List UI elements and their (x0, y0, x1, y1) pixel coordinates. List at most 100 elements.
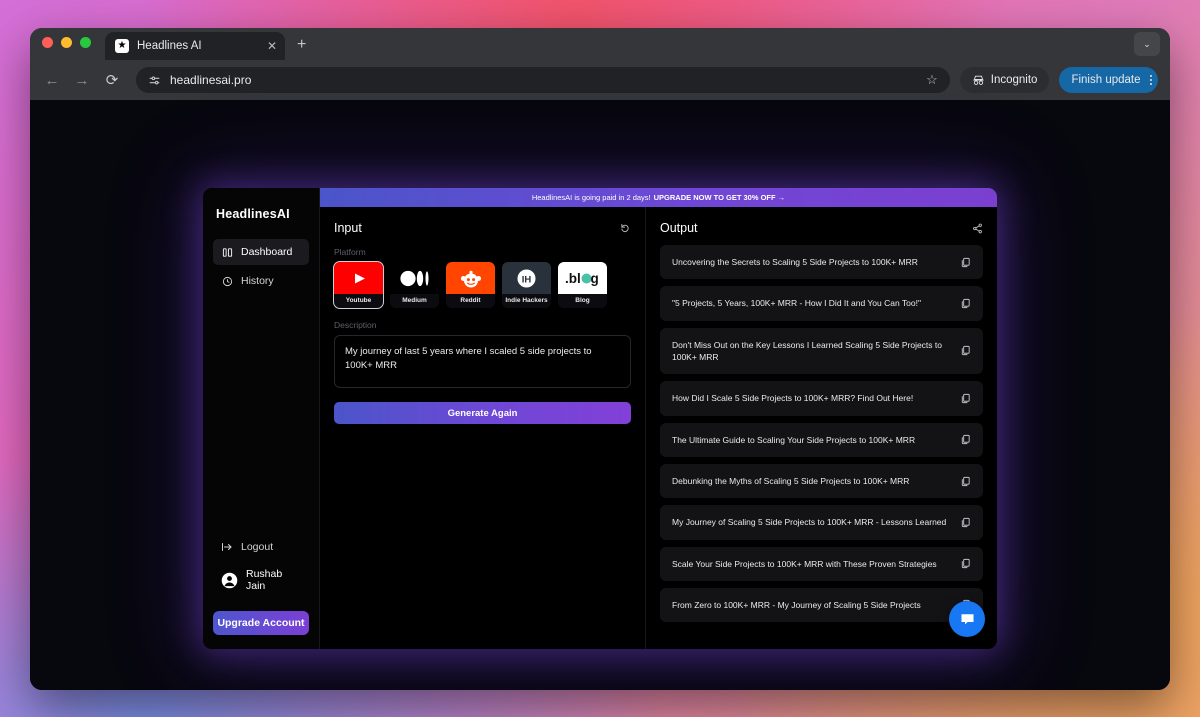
maximize-window-button[interactable] (80, 36, 91, 48)
output-item-text: Don't Miss Out on the Key Lessons I Lear… (672, 339, 942, 362)
platform-option-reddit[interactable]: Reddit (446, 262, 495, 308)
forward-button[interactable]: → (72, 72, 92, 89)
platform-label: Blog (558, 294, 607, 308)
platform-option-youtube[interactable]: Youtube (333, 261, 384, 309)
copy-icon[interactable] (960, 434, 971, 445)
user-profile[interactable]: Rushab Jain (213, 561, 309, 599)
platform-label: Indie Hackers (502, 294, 551, 308)
output-item-text: Debunking the Myths of Scaling 5 Side Pr… (672, 475, 910, 486)
avatar (221, 572, 238, 589)
copy-icon[interactable] (960, 298, 971, 309)
sidebar-item-dashboard[interactable]: Dashboard (213, 239, 309, 265)
platform-label: Youtube (334, 294, 383, 308)
platform-selector: Youtube Medium Reddit IH Indie Hackers .… (333, 261, 631, 309)
output-item[interactable]: Scale Your Side Projects to 100K+ MRR wi… (660, 546, 983, 581)
svg-text:IH: IH (522, 274, 532, 285)
output-item[interactable]: The Ultimate Guide to Scaling Your Side … (660, 422, 983, 457)
promo-banner-text: HeadlinesAI is going paid in 2 days! (531, 193, 651, 202)
output-item-text: From Zero to 100K+ MRR - My Journey of S… (672, 599, 921, 610)
copy-icon[interactable] (960, 257, 971, 268)
address-bar[interactable]: headlinesai.pro ☆ (136, 67, 950, 93)
site-settings-tune-icon[interactable] (148, 74, 161, 87)
browser-tabstrip: ★ Headlines AI ✕ + ⌄ (30, 28, 1170, 60)
output-pane-header: Output (660, 221, 983, 235)
tab-title: Headlines AI (137, 40, 202, 52)
sidebar-nav: Dashboard History (213, 239, 309, 294)
output-item[interactable]: How Did I Scale 5 Side Projects to 100K+… (660, 381, 983, 416)
tab-search-chevron-down-icon[interactable]: ⌄ (1134, 32, 1160, 56)
panes: Input Platform Youtube Medium Reddit IH … (320, 207, 997, 649)
tab-favicon-icon: ★ (115, 39, 129, 53)
copy-icon[interactable] (960, 517, 971, 528)
platform-label: Medium (390, 294, 439, 308)
svg-text:.bl: .bl (565, 271, 581, 286)
promo-banner[interactable]: HeadlinesAI is going paid in 2 days! UPG… (320, 188, 997, 207)
indie-hackers-icon: IH (502, 262, 551, 294)
back-button[interactable]: ← (42, 72, 62, 89)
page-viewport: HeadlinesAI Dashboard History Logout Rus… (30, 100, 1170, 690)
incognito-label: Incognito (990, 74, 1038, 86)
blog-icon: .bl g (558, 262, 607, 294)
output-item[interactable]: Debunking the Myths of Scaling 5 Side Pr… (660, 463, 983, 499)
window-controls (42, 28, 91, 60)
new-tab-button[interactable]: + (297, 36, 306, 54)
platform-option-indie-hackers[interactable]: IH Indie Hackers (502, 262, 551, 308)
platform-label: Reddit (446, 294, 495, 308)
input-title: Input (334, 221, 362, 235)
output-item-text: The Ultimate Guide to Scaling Your Side … (672, 434, 916, 445)
copy-icon[interactable] (960, 558, 971, 569)
promo-banner-cta[interactable]: UPGRADE NOW TO GET 30% OFF → (654, 193, 786, 202)
output-item-text: My Journey of Scaling 5 Side Projects to… (672, 517, 947, 528)
app-sidebar: HeadlinesAI Dashboard History Logout Rus… (203, 188, 320, 649)
bookmark-star-icon[interactable]: ☆ (926, 72, 938, 88)
copy-icon[interactable] (960, 393, 971, 404)
minimize-window-button[interactable] (61, 36, 72, 48)
upgrade-account-button[interactable]: Upgrade Account (213, 611, 309, 635)
description-input[interactable]: My journey of last 5 years where I scale… (334, 335, 631, 388)
description-label: Description (334, 320, 377, 330)
output-list: Uncovering the Secrets to Scaling 5 Side… (660, 245, 983, 623)
finish-update-button[interactable]: Finish update (1059, 67, 1158, 93)
output-item[interactable]: From Zero to 100K+ MRR - My Journey of S… (660, 587, 983, 623)
output-item-text: How Did I Scale 5 Side Projects to 100K+… (672, 393, 914, 404)
incognito-icon (973, 75, 984, 85)
user-name: Rushab Jain (246, 568, 283, 592)
output-item-text: "5 Projects, 5 Years, 100K+ MRR - How I … (672, 298, 921, 309)
generate-again-button[interactable]: Generate Again (334, 402, 631, 424)
chat-widget-button[interactable] (949, 601, 985, 637)
browser-toolbar: ← → ⟳ headlinesai.pro ☆ Incognito Finish… (30, 60, 1170, 100)
sidebar-item-label: History (241, 275, 274, 287)
close-window-button[interactable] (42, 36, 53, 48)
output-item[interactable]: Uncovering the Secrets to Scaling 5 Side… (660, 245, 983, 280)
brand-logo: HeadlinesAI (216, 207, 290, 221)
input-pane: Input Platform Youtube Medium Reddit IH … (320, 207, 646, 649)
close-tab-icon[interactable]: ✕ (267, 39, 277, 53)
platform-option-blog[interactable]: .bl g Blog (558, 262, 607, 308)
youtube-icon (334, 262, 383, 294)
browser-tab[interactable]: ★ Headlines AI ✕ (105, 32, 285, 60)
output-item[interactable]: My Journey of Scaling 5 Side Projects to… (660, 505, 983, 540)
output-item[interactable]: "5 Projects, 5 Years, 100K+ MRR - How I … (660, 286, 983, 321)
app-content: HeadlinesAI is going paid in 2 days! UPG… (320, 188, 997, 649)
incognito-indicator[interactable]: Incognito (959, 67, 1050, 93)
reload-button[interactable]: ⟳ (102, 71, 122, 89)
copy-icon[interactable] (960, 345, 971, 356)
copy-icon[interactable] (960, 476, 971, 487)
undo-icon[interactable] (620, 223, 631, 234)
share-icon[interactable] (972, 223, 983, 234)
medium-icon (390, 262, 439, 294)
output-item-text: Scale Your Side Projects to 100K+ MRR wi… (672, 558, 937, 569)
reddit-icon (446, 262, 495, 294)
platform-label: Platform (334, 247, 366, 257)
output-item[interactable]: Don't Miss Out on the Key Lessons I Lear… (660, 327, 983, 375)
logout-label: Logout (241, 541, 274, 553)
clock-icon (221, 275, 233, 287)
logout-button[interactable]: Logout (213, 535, 309, 559)
browser-menu-icon[interactable] (1149, 74, 1152, 86)
svg-text:g: g (590, 271, 598, 286)
platform-option-medium[interactable]: Medium (390, 262, 439, 308)
output-title: Output (660, 221, 698, 235)
sidebar-item-history[interactable]: History (213, 268, 309, 294)
browser-window: ★ Headlines AI ✕ + ⌄ ← → ⟳ headlinesai.p… (30, 28, 1170, 690)
